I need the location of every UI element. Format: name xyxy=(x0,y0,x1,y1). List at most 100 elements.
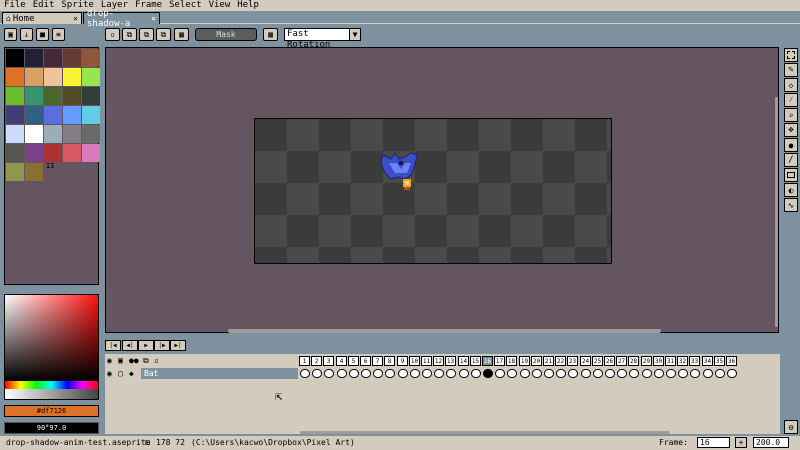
horizontal-scrollbar[interactable] xyxy=(228,329,661,333)
palette-swatch[interactable] xyxy=(6,106,24,124)
cel[interactable] xyxy=(556,369,566,378)
hsv-color-bar[interactable]: 90°97.0 xyxy=(4,422,99,434)
palette-swatch[interactable] xyxy=(44,87,62,105)
cel[interactable] xyxy=(373,369,383,378)
marquee-icon[interactable] xyxy=(784,48,798,62)
cel[interactable] xyxy=(324,369,334,378)
cel[interactable] xyxy=(471,369,481,378)
palette-swatch[interactable] xyxy=(44,125,62,143)
palette-swatch[interactable] xyxy=(44,49,62,67)
cel[interactable] xyxy=(410,369,420,378)
palette-swatch[interactable] xyxy=(6,163,24,181)
cel[interactable] xyxy=(617,369,627,378)
palette-swatch[interactable] xyxy=(63,106,81,124)
frame-header[interactable]: 34 xyxy=(702,356,713,366)
palette-swatch[interactable] xyxy=(82,106,100,124)
cel[interactable] xyxy=(422,369,432,378)
frame-header[interactable]: 29 xyxy=(641,356,652,366)
cel[interactable] xyxy=(483,369,493,378)
menu-help[interactable]: Help xyxy=(233,0,262,11)
frame-header[interactable]: 14 xyxy=(458,356,469,366)
cel[interactable] xyxy=(434,369,444,378)
frame-header[interactable]: 26 xyxy=(604,356,615,366)
cel[interactable] xyxy=(654,369,664,378)
frame-header[interactable]: 35 xyxy=(714,356,725,366)
cel[interactable] xyxy=(568,369,578,378)
selection-subtract-icon[interactable]: ⧉ xyxy=(139,28,154,41)
cel[interactable] xyxy=(520,369,530,378)
move-icon[interactable]: ✥ xyxy=(784,123,798,137)
frame-header[interactable]: 9 xyxy=(397,356,408,366)
palette-swatch[interactable] xyxy=(6,125,24,143)
palette-swatch[interactable] xyxy=(25,125,43,143)
palette-swatch[interactable] xyxy=(82,49,100,67)
cel[interactable] xyxy=(642,369,652,378)
frame-header[interactable]: 32 xyxy=(677,356,688,366)
link-cels-icon[interactable]: ▫ xyxy=(154,356,159,365)
frame-header[interactable]: 22 xyxy=(555,356,566,366)
timeline-scrollbar[interactable] xyxy=(300,431,670,434)
next-frame-icon[interactable]: |▶ xyxy=(154,340,170,351)
hue-slider[interactable] xyxy=(5,381,98,389)
lock-icon[interactable]: ▣ xyxy=(4,28,17,41)
frame-header[interactable]: 25 xyxy=(592,356,603,366)
cel[interactable] xyxy=(703,369,713,378)
frame-header[interactable]: 7 xyxy=(372,356,383,366)
cel[interactable] xyxy=(495,369,505,378)
lock-icon[interactable]: ▣ xyxy=(118,356,123,365)
blur-icon[interactable]: ∿ xyxy=(784,198,798,212)
frame-header[interactable]: 20 xyxy=(531,356,542,366)
palette-swatch[interactable] xyxy=(6,87,24,105)
cel[interactable] xyxy=(312,369,322,378)
palette-swatch[interactable] xyxy=(44,144,62,162)
palette-swatch[interactable] xyxy=(44,68,62,86)
alpha-slider[interactable] xyxy=(5,389,98,399)
menu-edit[interactable]: Edit xyxy=(29,0,58,11)
frame-header[interactable]: 28 xyxy=(628,356,639,366)
first-frame-icon[interactable]: |◀ xyxy=(105,340,121,351)
hex-color-bar[interactable]: #df7126 xyxy=(4,405,99,417)
cel[interactable] xyxy=(581,369,591,378)
palette-swatch[interactable] xyxy=(25,68,43,86)
vertical-scrollbar[interactable] xyxy=(775,97,778,327)
palette-swatch[interactable] xyxy=(25,87,43,105)
transparent-color-icon[interactable]: ▦ xyxy=(174,28,189,41)
frame-header[interactable]: 36 xyxy=(726,356,737,366)
cel[interactable] xyxy=(300,369,310,378)
frame-header[interactable]: 12 xyxy=(433,356,444,366)
zoom-icon[interactable]: ⌕ xyxy=(784,108,798,122)
cel[interactable] xyxy=(727,369,737,378)
sort-down-icon[interactable]: ↓ xyxy=(20,28,33,41)
paint-bucket-icon[interactable]: ● xyxy=(784,138,798,152)
timeline-config-icon[interactable]: ⚙ xyxy=(784,420,798,434)
color-picker[interactable] xyxy=(4,294,99,400)
frame-header[interactable]: 2 xyxy=(311,356,322,366)
last-frame-icon[interactable]: ▶| xyxy=(170,340,186,351)
frame-header[interactable]: 15 xyxy=(470,356,481,366)
sprite-canvas[interactable] xyxy=(254,118,612,264)
frame-header[interactable]: 13 xyxy=(445,356,456,366)
palette-swatch[interactable] xyxy=(25,106,43,124)
rotation-algorithm-select[interactable]: Fast Rotation xyxy=(284,28,350,50)
menu-file[interactable]: File xyxy=(0,0,29,11)
frame-header[interactable]: 30 xyxy=(653,356,664,366)
cel[interactable] xyxy=(385,369,395,378)
palette-swatch[interactable] xyxy=(82,68,100,86)
previous-frame-icon[interactable]: ◀| xyxy=(122,340,138,351)
frame-header[interactable]: 10 xyxy=(409,356,420,366)
selection-add-icon[interactable]: ⧉ xyxy=(122,28,137,41)
frame-header[interactable]: 6 xyxy=(360,356,371,366)
tab-file[interactable]: drop-shadow-a ✕ xyxy=(83,9,160,29)
line-icon[interactable]: / xyxy=(784,153,798,167)
continuous-icon[interactable]: ●● xyxy=(129,356,139,365)
palette-swatch[interactable] xyxy=(25,163,43,181)
cel[interactable] xyxy=(666,369,676,378)
frame-header[interactable]: 27 xyxy=(616,356,627,366)
play-icon[interactable]: ▶ xyxy=(138,340,154,351)
frame-header[interactable]: 31 xyxy=(665,356,676,366)
palette-swatch[interactable] xyxy=(63,144,81,162)
layer-lock-icon[interactable]: ▢ xyxy=(118,369,123,378)
cel[interactable] xyxy=(715,369,725,378)
frame-header[interactable]: 23 xyxy=(567,356,578,366)
palette-swatch[interactable] xyxy=(82,87,100,105)
